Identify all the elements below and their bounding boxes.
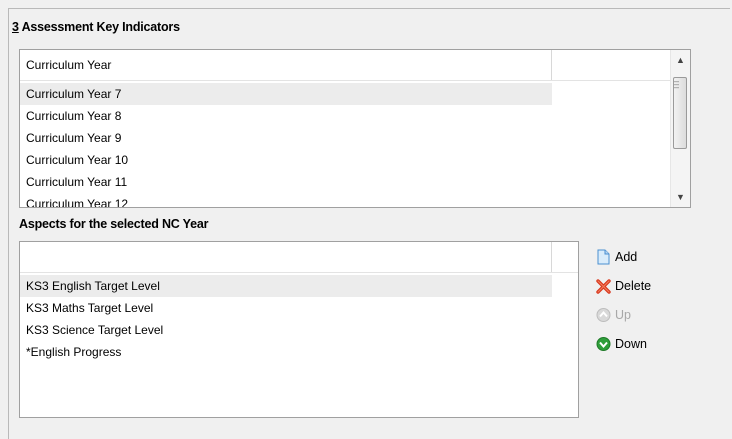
column-header-curriculum-year[interactable]: Curriculum Year: [20, 50, 552, 80]
curriculum-year-list[interactable]: Curriculum Year Curriculum Year 7 Curric…: [19, 49, 691, 208]
aspect-row[interactable]: KS3 Science Target Level: [20, 319, 552, 341]
up-label: Up: [615, 308, 631, 322]
column-header[interactable]: [20, 242, 552, 272]
down-label: Down: [615, 337, 647, 351]
section-title: 3 Assessment Key Indicators: [12, 20, 180, 34]
scrollbar-grip-icon: – – –: [674, 76, 680, 92]
curriculum-year-row[interactable]: Curriculum Year 12: [20, 193, 552, 207]
list-header: Curriculum Year: [20, 50, 672, 81]
delete-x-icon: [596, 278, 611, 294]
list-header: [20, 242, 578, 273]
arrow-down-icon: [596, 336, 611, 352]
add-button[interactable]: Add: [596, 247, 637, 267]
aspect-row[interactable]: KS3 English Target Level: [20, 275, 552, 297]
section-title-text: Assessment Key Indicators: [21, 20, 180, 34]
document-add-icon: [596, 249, 611, 265]
aspect-row[interactable]: KS3 Maths Target Level: [20, 297, 552, 319]
scroll-up-arrow-icon[interactable]: ▲: [671, 52, 690, 69]
add-label: Add: [615, 250, 638, 264]
delete-label: Delete: [615, 279, 652, 293]
aspect-row[interactable]: *English Progress: [20, 341, 552, 363]
section-number: 3: [12, 20, 19, 34]
up-button[interactable]: Up: [596, 305, 631, 325]
curriculum-year-row[interactable]: Curriculum Year 7: [20, 83, 552, 105]
curriculum-year-row[interactable]: Curriculum Year 9: [20, 127, 552, 149]
curriculum-year-row[interactable]: Curriculum Year 8: [20, 105, 552, 127]
aspects-title: Aspects for the selected NC Year: [19, 217, 209, 231]
aspects-list[interactable]: KS3 English Target Level KS3 Maths Targe…: [19, 241, 579, 418]
vertical-scrollbar[interactable]: ▲ – – – ▼: [670, 50, 690, 207]
delete-button[interactable]: Delete: [596, 276, 651, 296]
curriculum-year-row[interactable]: Curriculum Year 10: [20, 149, 552, 171]
arrow-up-icon: [596, 307, 611, 323]
curriculum-year-row[interactable]: Curriculum Year 11: [20, 171, 552, 193]
down-button[interactable]: Down: [596, 334, 647, 354]
scroll-down-arrow-icon[interactable]: ▼: [671, 189, 690, 206]
